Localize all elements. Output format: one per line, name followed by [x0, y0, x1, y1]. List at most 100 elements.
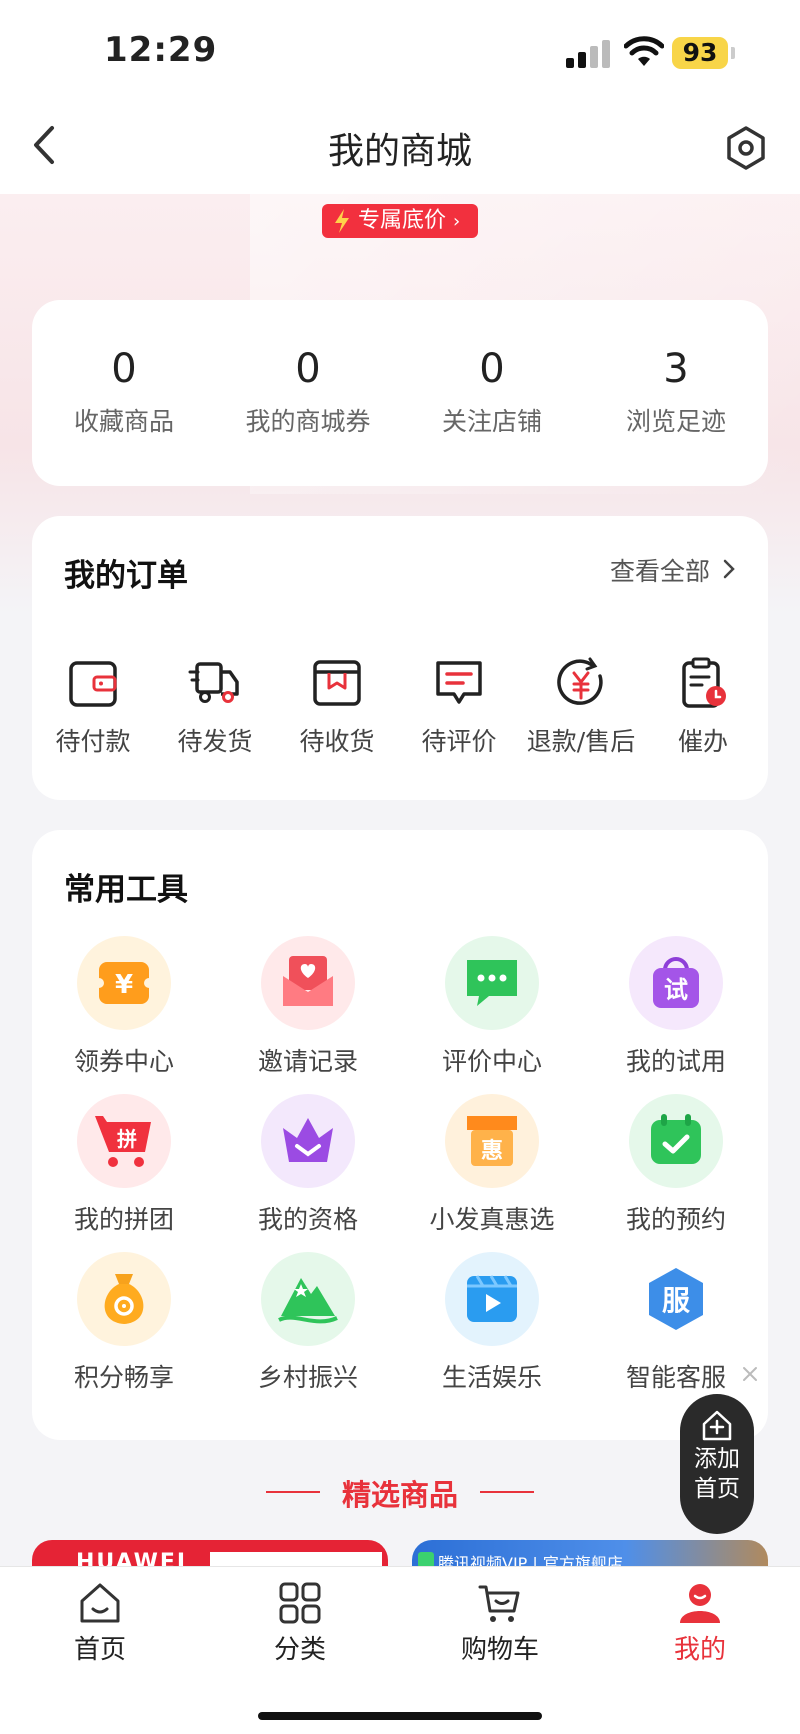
order-label: 待评价 — [421, 727, 497, 756]
order-refund-aftersale[interactable]: 退款/售后 — [520, 656, 642, 758]
tool-label: 积分畅享 — [73, 1363, 174, 1392]
close-icon[interactable] — [740, 1364, 760, 1384]
svg-text:¥: ¥ — [115, 970, 133, 1000]
mountain-icon — [261, 1252, 355, 1346]
truck-icon — [188, 662, 239, 703]
tool-label: 乡村振兴 — [257, 1363, 358, 1392]
wifi-icon — [624, 36, 664, 66]
stat-label: 收藏商品 — [73, 407, 174, 436]
tool-label: 生活娱乐 — [441, 1363, 542, 1392]
chevron-right-icon: › — [453, 211, 461, 232]
tool-xiaofa-deals[interactable]: 惠 小发真惠选 — [400, 1094, 584, 1236]
svg-text:拼: 拼 — [117, 1127, 137, 1151]
category-grid-icon — [279, 1582, 321, 1624]
tab-bar: 首页 分类 购物车 我的 — [0, 1566, 800, 1734]
stat-value: 0 — [479, 346, 505, 392]
tool-label: 我的试用 — [625, 1047, 726, 1076]
tool-coupon-center[interactable]: ¥ 领券中心 — [32, 936, 216, 1078]
add-to-home-line2: 首页 — [694, 1476, 740, 1502]
exclusive-price-badge[interactable]: 专属底价 › — [322, 204, 478, 238]
orders-title: 我的订单 — [64, 558, 188, 594]
status-time: 12:29 — [104, 30, 218, 70]
tool-life-entertainment[interactable]: 生活娱乐 — [400, 1252, 584, 1394]
store-icon: 惠 — [445, 1094, 539, 1188]
tool-review-center[interactable]: 评价中心 — [400, 936, 584, 1078]
tab-cart[interactable]: 购物车 — [400, 1579, 600, 1666]
crown-icon — [261, 1094, 355, 1188]
tab-home[interactable]: 首页 — [0, 1579, 200, 1666]
order-pending-receipt[interactable]: 待收货 — [276, 656, 398, 758]
coupon-icon: ¥ — [77, 936, 171, 1030]
group-cart-icon: 拼 — [77, 1094, 171, 1188]
order-urge[interactable]: 催办 — [642, 656, 764, 758]
tool-label: 小发真惠选 — [429, 1205, 555, 1234]
video-play-icon — [445, 1252, 539, 1346]
orders-card: 我的订单 查看全部 待付款 待发货 待收货 待评价 退款/售后 催办 — [32, 516, 768, 800]
page-title: 我的商城 — [327, 131, 472, 172]
tool-label: 我的拼团 — [73, 1205, 174, 1234]
order-pending-payment[interactable]: 待付款 — [32, 656, 154, 758]
money-bag-icon — [77, 1252, 171, 1346]
stat-label: 我的商城券 — [245, 407, 371, 436]
tab-label: 我的 — [673, 1635, 726, 1665]
section-divider-right — [480, 1491, 534, 1493]
wallet-icon — [69, 661, 117, 707]
tool-rural-revitalization[interactable]: 乡村振兴 — [216, 1252, 400, 1394]
tool-group-buy[interactable]: 拼 我的拼团 — [32, 1094, 216, 1236]
add-to-home-button[interactable]: 添加 首页 — [680, 1394, 754, 1534]
tool-points[interactable]: 积分畅享 — [32, 1252, 216, 1394]
order-label: 退款/售后 — [526, 727, 636, 756]
chat-bubble-icon — [445, 936, 539, 1030]
status-bar: 12:29 93 — [0, 0, 800, 100]
calendar-check-icon — [629, 1094, 723, 1188]
battery-indicator: 93 — [672, 37, 728, 69]
stat-value: 3 — [663, 346, 689, 392]
tab-category[interactable]: 分类 — [200, 1579, 400, 1666]
home-plus-icon — [702, 1410, 732, 1441]
home-icon — [80, 1583, 120, 1623]
stat-value: 0 — [295, 346, 321, 392]
order-label: 待收货 — [299, 727, 375, 756]
tool-my-trial[interactable]: 试 我的试用 — [584, 936, 768, 1078]
refund-icon — [557, 657, 603, 705]
view-all-label: 查看全部 — [609, 557, 710, 586]
trial-bag-icon: 试 — [629, 936, 723, 1030]
tool-label: 领券中心 — [73, 1047, 174, 1076]
order-label: 待发货 — [177, 727, 253, 756]
tab-label: 分类 — [273, 1635, 326, 1665]
order-label: 待付款 — [55, 727, 131, 756]
tab-label: 首页 — [73, 1635, 126, 1665]
tool-invite-records[interactable]: 邀请记录 — [216, 936, 400, 1078]
view-all-orders-link[interactable]: 查看全部 — [610, 552, 736, 588]
stat-followed-stores[interactable]: 0 关注店铺 — [400, 346, 584, 438]
tool-label: 评价中心 — [441, 1047, 542, 1076]
home-indicator — [258, 1712, 542, 1720]
box-icon — [313, 660, 361, 706]
comment-icon — [436, 661, 482, 704]
order-pending-review[interactable]: 待评价 — [398, 656, 520, 758]
service-hexagon-icon: 服 — [629, 1252, 723, 1346]
tool-my-qualification[interactable]: 我的资格 — [216, 1094, 400, 1236]
lightning-icon — [335, 209, 349, 233]
stat-label: 浏览足迹 — [625, 407, 726, 436]
add-to-home-line1: 添加 — [694, 1446, 740, 1472]
stats-card: 0 收藏商品 0 我的商城券 0 关注店铺 3 浏览足迹 — [32, 300, 768, 486]
tab-label: 购物车 — [460, 1635, 539, 1665]
user-icon — [680, 1584, 720, 1623]
stat-label: 关注店铺 — [441, 407, 542, 436]
tool-label: 我的资格 — [257, 1205, 358, 1234]
settings-button[interactable] — [722, 124, 770, 172]
order-pending-shipment[interactable]: 待发货 — [154, 656, 276, 758]
stat-favorites[interactable]: 0 收藏商品 — [32, 346, 216, 438]
stat-browse-history[interactable]: 3 浏览足迹 — [584, 346, 768, 438]
exclusive-price-label: 专属底价 — [358, 208, 447, 233]
tool-my-reservations[interactable]: 我的预约 — [584, 1094, 768, 1236]
cellular-signal-icon — [566, 40, 612, 68]
clipboard-clock-icon — [682, 657, 726, 708]
stat-coupons[interactable]: 0 我的商城券 — [216, 346, 400, 438]
tab-mine[interactable]: 我的 — [600, 1579, 800, 1666]
battery-tip — [731, 47, 735, 59]
invite-letter-icon — [261, 936, 355, 1030]
order-label: 催办 — [677, 727, 728, 756]
chevron-right-icon — [723, 559, 735, 579]
